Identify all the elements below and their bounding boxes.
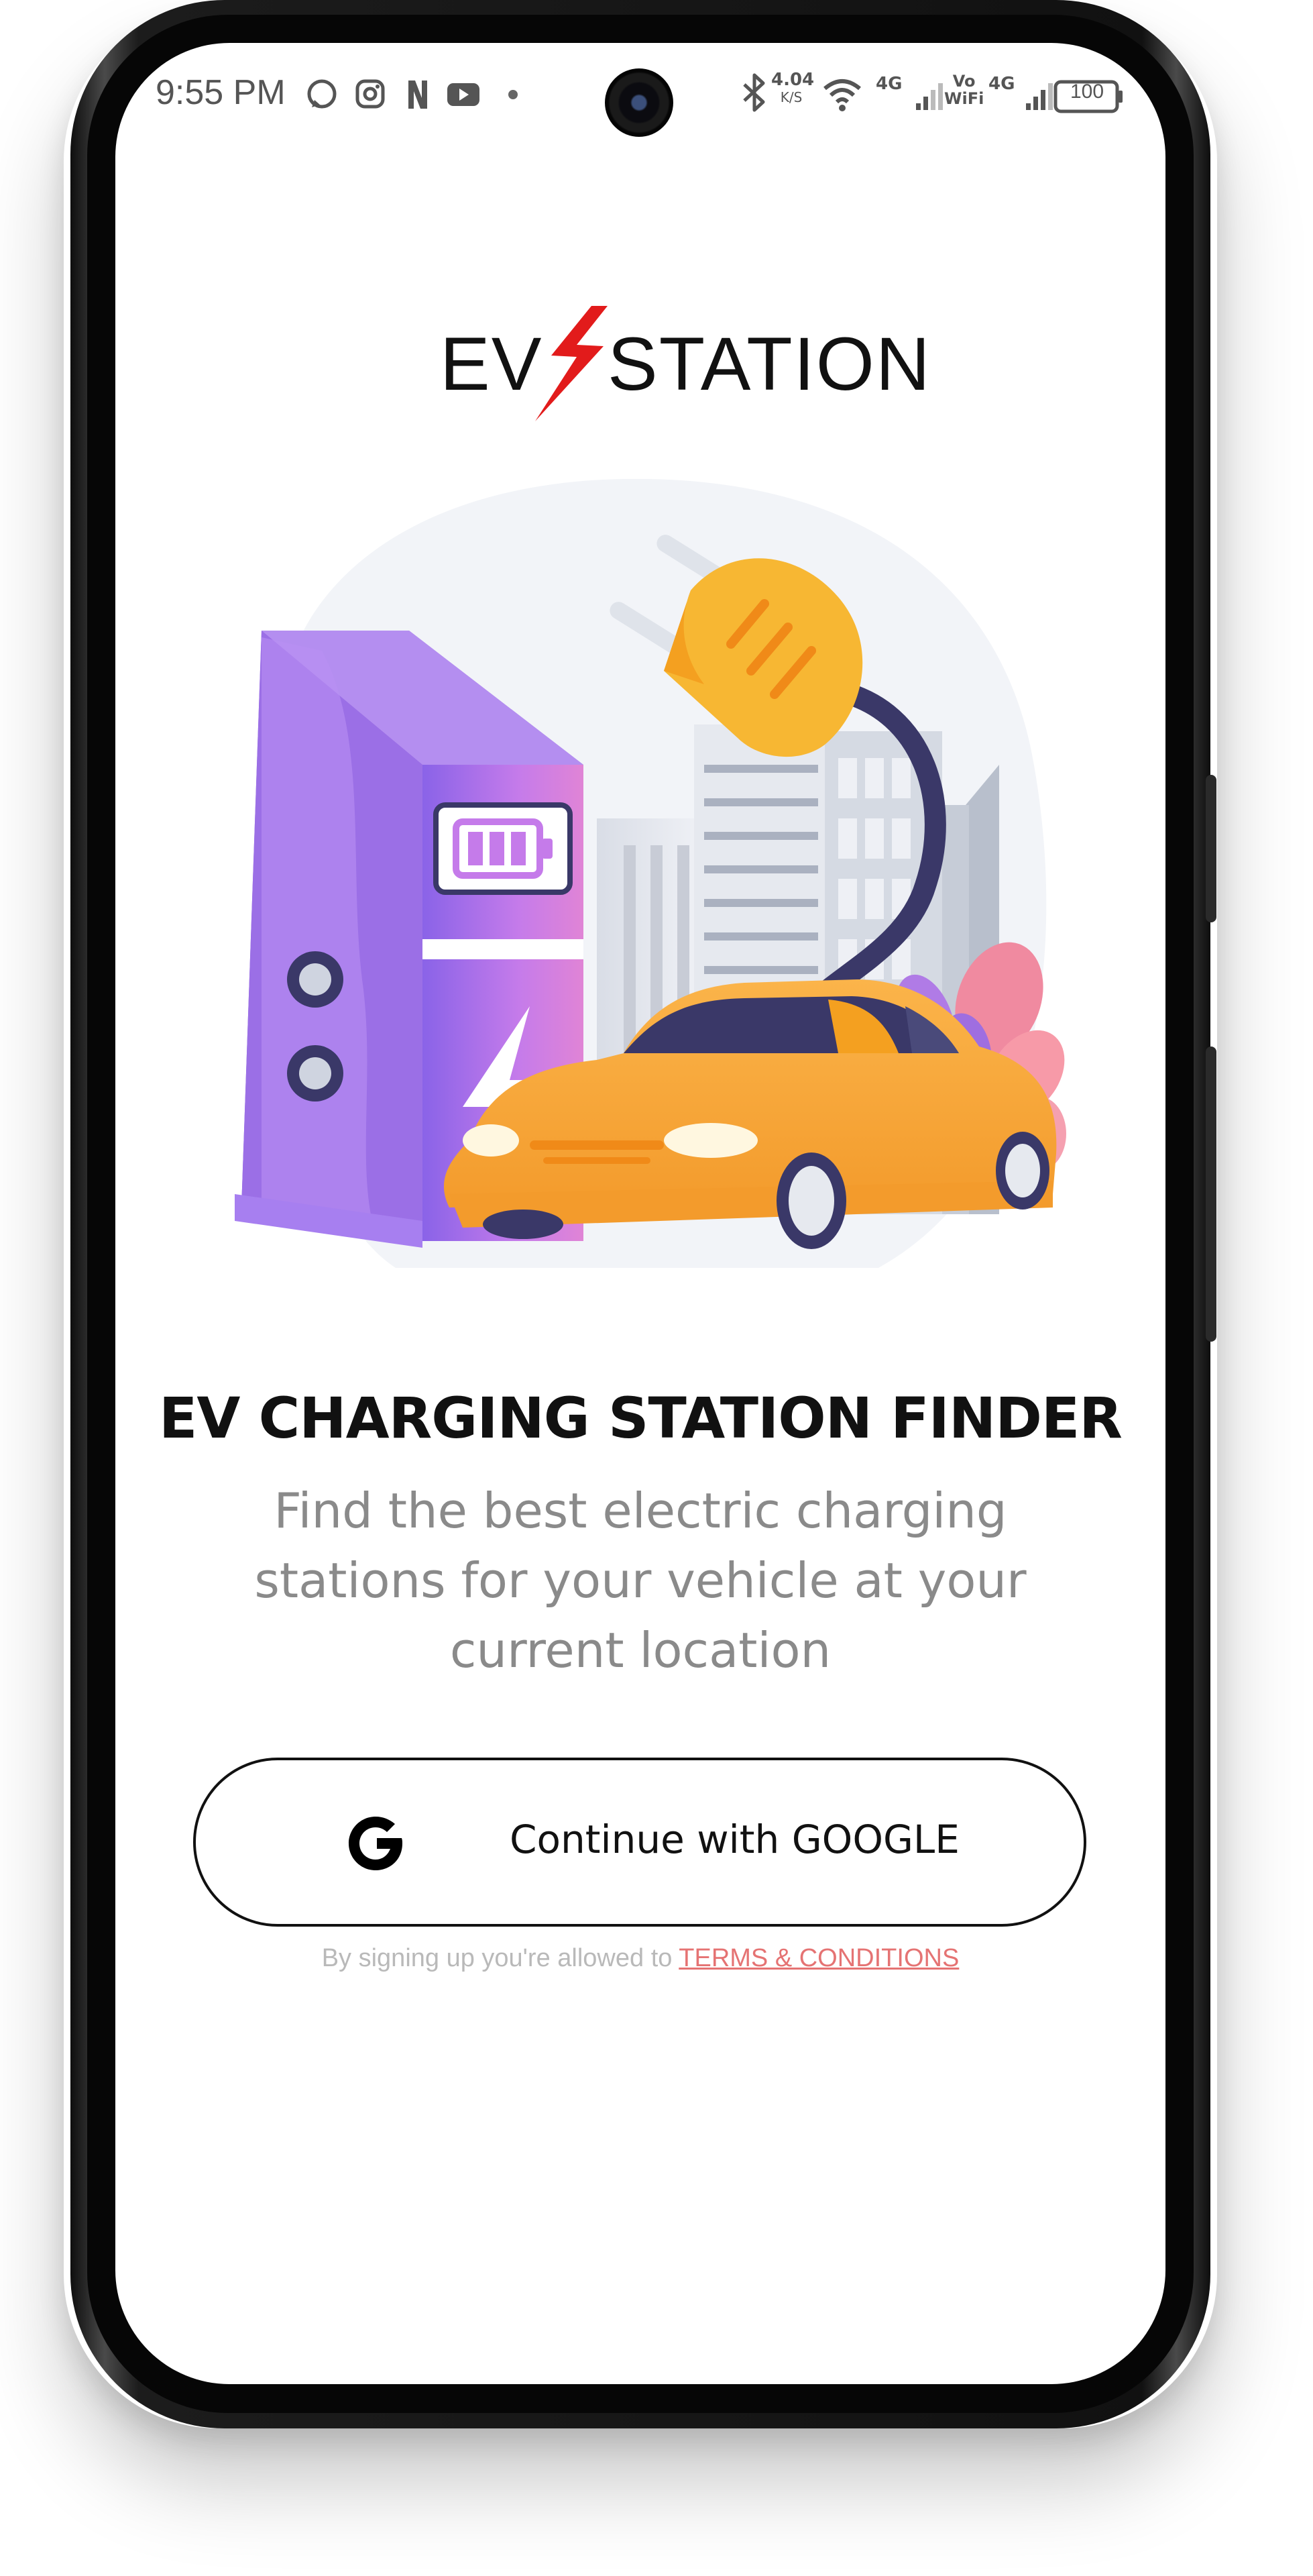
youtube-icon (447, 83, 479, 106)
subtitle: Find the best electric charging stations… (209, 1476, 1072, 1685)
bluetooth-icon (743, 73, 765, 112)
subtitle-line: Find the best electric charging (274, 1483, 1007, 1539)
google-button-label: Continue with GOOGLE (510, 1817, 960, 1862)
network-type-2: 4G (988, 74, 1015, 94)
volte-wifi-badge: Vo WiFi (944, 72, 984, 108)
netflix-icon (408, 80, 427, 109)
google-icon (349, 1817, 402, 1870)
volume-button (1206, 775, 1216, 922)
notification-icons (307, 79, 518, 109)
ev-charging-illustration (235, 478, 1066, 1268)
terms-notice: By signing up you're allowed to TERMS & … (115, 1944, 1165, 1973)
net-speed: 4.04 K/S (771, 70, 815, 105)
power-button (1206, 1046, 1216, 1342)
subtitle-line: current location (449, 1622, 832, 1678)
terms-link[interactable]: TERMS & CONDITIONS (679, 1944, 959, 1972)
wifi-icon (823, 79, 861, 111)
terms-prefix: By signing up you're allowed to (321, 1944, 679, 1972)
network-type-1: 4G (876, 74, 903, 94)
status-time: 9:55 PM (156, 73, 286, 112)
signal-icon (916, 83, 943, 110)
whatsapp-icon (307, 79, 337, 109)
front-camera (605, 68, 673, 137)
instagram-icon (355, 79, 385, 109)
battery-level: 100 (1070, 80, 1104, 103)
signal-icon-2 (1026, 83, 1053, 110)
lightning-logo-icon (535, 306, 608, 421)
subtitle-line: stations for your vehicle at your (254, 1552, 1027, 1609)
page-title: EV CHARGING STATION FINDER (159, 1385, 1123, 1451)
more-notifications-dot (508, 90, 518, 99)
logo-text-station: STATION (608, 322, 931, 406)
